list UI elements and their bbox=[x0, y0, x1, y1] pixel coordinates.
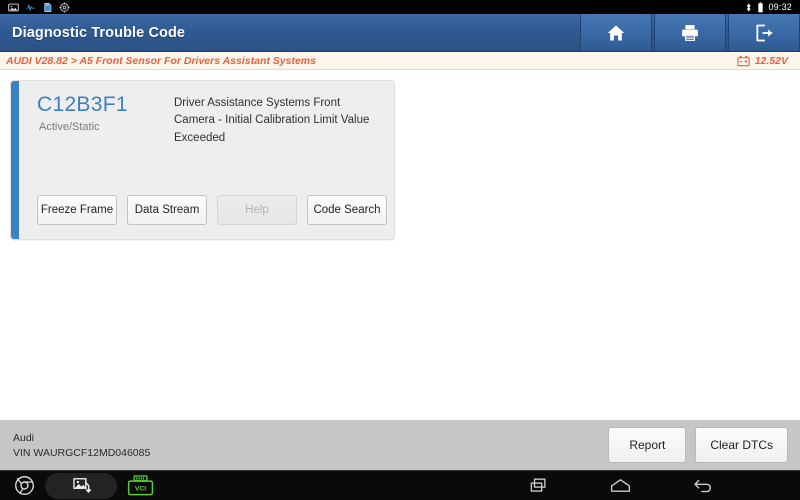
dtc-card[interactable]: C12B3F1 Active/Static Driver Assistance … bbox=[10, 80, 395, 240]
voltage-value: 12.52V bbox=[754, 54, 788, 67]
nav-app-shortcuts: VCI bbox=[0, 472, 154, 499]
home-icon bbox=[607, 25, 625, 40]
svg-text:VCI: VCI bbox=[135, 486, 146, 493]
dtc-list-area: C12B3F1 Active/Static Driver Assistance … bbox=[0, 70, 800, 420]
usb-pulse-icon bbox=[26, 3, 35, 11]
android-status-bar: 09:32 bbox=[0, 0, 800, 14]
breadcrumb-bar: AUDI V28.82 > A5 Front Sensor For Driver… bbox=[0, 52, 800, 70]
status-clock: 09:32 bbox=[768, 2, 792, 12]
print-button[interactable] bbox=[654, 14, 726, 51]
app-title-bar: Diagnostic Trouble Code bbox=[0, 14, 800, 52]
chrome-icon bbox=[15, 476, 34, 495]
status-system-icons: 09:32 bbox=[744, 1, 796, 13]
footer-button-group: Report Clear DTCs bbox=[608, 427, 792, 463]
battery-icon bbox=[758, 1, 764, 12]
car-battery-icon bbox=[737, 55, 750, 66]
diagnostic-app-window: 09:32 Diagnostic Trouble Code AUDI V28.8… bbox=[0, 0, 800, 500]
nav-system-buttons bbox=[529, 476, 800, 495]
app-footer-bar: Audi VIN WAURGCF12MD046085 Report Clear … bbox=[0, 420, 800, 470]
recents-button[interactable] bbox=[529, 476, 548, 495]
screenshot-icon bbox=[72, 478, 91, 494]
vci-icon: VCI bbox=[127, 475, 154, 496]
vehicle-vin: VIN WAURGCF12MD046085 bbox=[13, 446, 151, 459]
screenshot-button[interactable] bbox=[45, 472, 117, 499]
freeze-frame-button[interactable]: Freeze Frame bbox=[37, 195, 117, 225]
home-button-nav[interactable] bbox=[610, 476, 631, 495]
report-button[interactable]: Report bbox=[608, 427, 687, 463]
chrome-button[interactable] bbox=[14, 475, 35, 496]
dtc-status-badge: Active/Static bbox=[39, 121, 100, 134]
code-search-button[interactable]: Code Search bbox=[307, 195, 387, 225]
dtc-code-block: C12B3F1 Active/Static bbox=[29, 93, 174, 147]
help-button: Help bbox=[217, 195, 297, 225]
sdcard-icon bbox=[44, 2, 52, 12]
dtc-card-body: C12B3F1 Active/Static Driver Assistance … bbox=[11, 81, 394, 147]
dtc-code: C12B3F1 bbox=[37, 93, 128, 116]
printer-icon bbox=[682, 24, 698, 41]
home-button[interactable] bbox=[580, 14, 652, 51]
settings-gear-icon bbox=[59, 1, 70, 13]
clear-dtcs-button[interactable]: Clear DTCs bbox=[695, 427, 788, 463]
android-nav-bar: VCI bbox=[0, 470, 800, 500]
back-button[interactable] bbox=[693, 476, 714, 495]
home-outline-icon bbox=[610, 479, 631, 492]
vehicle-make: Audi bbox=[13, 431, 35, 444]
dtc-description: Driver Assistance Systems Front Camera -… bbox=[174, 97, 370, 144]
recents-icon bbox=[530, 478, 546, 492]
data-stream-button[interactable]: Data Stream bbox=[127, 195, 207, 225]
dtc-action-buttons: Freeze Frame Data Stream Help Code Searc… bbox=[11, 195, 394, 239]
breadcrumb-path: AUDI V28.82 > A5 Front Sensor For Driver… bbox=[6, 54, 316, 67]
page-title: Diagnostic Trouble Code bbox=[12, 24, 186, 41]
vehicle-info: Audi VIN WAURGCF12MD046085 bbox=[8, 432, 150, 459]
status-notification-icons bbox=[4, 1, 70, 13]
exit-icon bbox=[756, 24, 773, 41]
dtc-severity-accent bbox=[11, 81, 19, 239]
image-icon bbox=[8, 3, 19, 11]
vci-button[interactable]: VCI bbox=[127, 475, 154, 496]
bluetooth-icon bbox=[747, 3, 752, 11]
header-button-group bbox=[580, 14, 800, 51]
back-arrow-icon bbox=[694, 479, 712, 493]
voltage-indicator: 12.52V bbox=[737, 55, 794, 67]
exit-button[interactable] bbox=[728, 14, 800, 51]
